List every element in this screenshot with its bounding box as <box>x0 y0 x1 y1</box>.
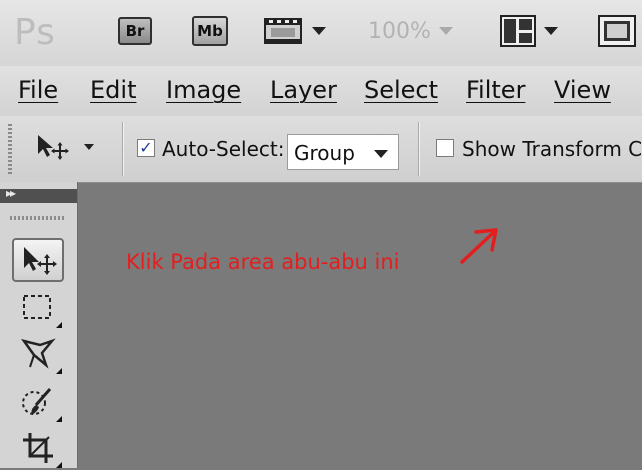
chevron-down-icon <box>544 27 558 35</box>
zoom-level: 100% <box>368 18 431 44</box>
menu-edit[interactable]: Edit <box>90 76 136 104</box>
crop-tool[interactable] <box>12 426 64 470</box>
application-bar: Ps Br Mb 100% <box>0 0 642 67</box>
view-extras-button[interactable] <box>264 16 326 46</box>
show-transform-controls-label: Show Transform Co <box>462 137 642 161</box>
move-tool[interactable] <box>12 238 64 282</box>
instruction-annotation: Klik Pada area abu-abu ini <box>126 250 400 274</box>
red-arrow-icon <box>460 228 498 264</box>
menu-layer[interactable]: Layer <box>270 76 337 104</box>
tool-flyout-indicator <box>56 322 62 328</box>
marquee-tool-icon <box>23 295 51 319</box>
menu-select[interactable]: Select <box>364 76 438 104</box>
screen-mode-button[interactable] <box>598 15 636 47</box>
move-tool-icon <box>24 247 57 275</box>
chevron-down-icon <box>438 27 453 35</box>
tools-panel: ▸▸ <box>0 182 78 468</box>
layout-grid-icon <box>500 15 536 47</box>
quick-selection-tool-icon <box>22 388 52 415</box>
menu-bar: File Edit Image Layer Select Filter View <box>0 66 642 117</box>
tool-flyout-indicator <box>56 416 62 422</box>
marquee-tool[interactable] <box>12 286 64 330</box>
menu-view[interactable]: View <box>554 76 611 104</box>
photoshop-logo: Ps <box>14 12 56 53</box>
crop-tool-icon <box>23 433 53 463</box>
tools-panel-grip[interactable] <box>10 216 66 220</box>
tool-flyout-indicator <box>56 462 62 468</box>
menu-image[interactable]: Image <box>166 76 241 104</box>
chevron-down-icon <box>84 144 94 150</box>
auto-select-mode-value: Group <box>294 141 355 165</box>
mini-bridge-button[interactable]: Mb <box>192 16 228 46</box>
bridge-icon: Br <box>118 17 152 45</box>
auto-select-mode-dropdown[interactable]: Group <box>287 134 399 170</box>
screen-mode-icon <box>598 15 636 47</box>
tool-flyout-indicator <box>56 368 62 374</box>
quick-selection-tool[interactable] <box>12 380 64 424</box>
mini-bridge-icon: Mb <box>192 16 228 46</box>
move-tool-icon <box>38 135 69 160</box>
chevron-down-icon <box>312 27 326 35</box>
zoom-level-dropdown[interactable]: 100% <box>368 16 453 46</box>
film-strip-icon <box>264 18 302 44</box>
show-transform-controls-checkbox[interactable] <box>436 139 454 157</box>
arrange-documents-button[interactable] <box>500 15 558 47</box>
expand-panel-icon[interactable]: ▸▸ <box>6 186 16 200</box>
options-separator <box>122 122 124 176</box>
lasso-tool-icon <box>21 338 56 369</box>
lasso-tool[interactable] <box>12 332 64 376</box>
menu-filter[interactable]: Filter <box>466 76 525 104</box>
tools-panel-header[interactable]: ▸▸ <box>0 186 77 203</box>
tool-preset-picker[interactable] <box>34 132 94 162</box>
bridge-button[interactable]: Br <box>118 16 152 46</box>
options-bar-grip[interactable] <box>8 124 12 176</box>
auto-select-label: Auto-Select: <box>162 137 285 161</box>
options-separator <box>418 122 420 176</box>
auto-select-checkbox[interactable]: ✓ <box>137 139 155 157</box>
chevron-down-icon <box>374 150 388 158</box>
menu-file[interactable]: File <box>18 76 58 104</box>
checkmark-icon: ✓ <box>139 138 153 157</box>
workspace-area[interactable] <box>78 183 642 468</box>
